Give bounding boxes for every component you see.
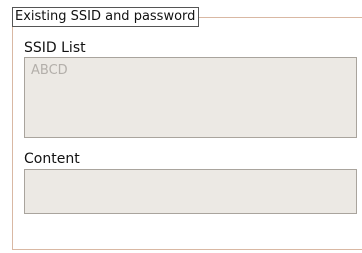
- ssid-list-label: SSID List: [24, 40, 86, 56]
- ssid-list-item[interactable]: ABCD: [31, 63, 68, 79]
- content-label: Content: [24, 151, 80, 167]
- ssid-list-box[interactable]: ABCD: [24, 57, 357, 138]
- content-field[interactable]: [24, 169, 357, 214]
- group-title: Existing SSID and password: [12, 7, 200, 27]
